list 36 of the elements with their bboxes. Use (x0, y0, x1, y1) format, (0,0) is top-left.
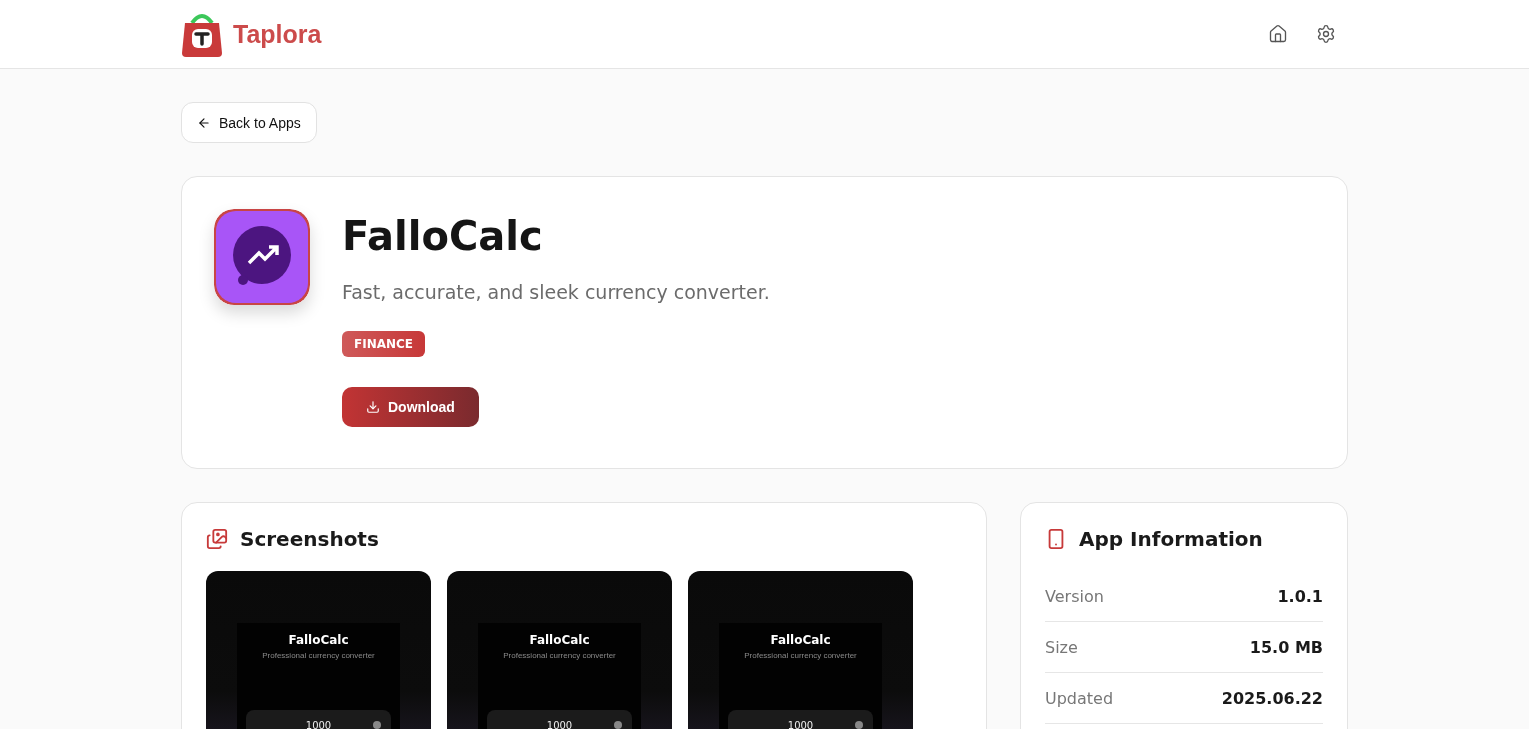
section-title: App Information (1079, 527, 1263, 551)
screenshot-subtitle: Professional currency converter (503, 651, 616, 660)
info-value: 1.0.1 (1277, 586, 1323, 606)
amount-value: 1000 (787, 720, 814, 729)
amount-value: 1000 (546, 720, 573, 729)
info-label: Size (1045, 637, 1078, 657)
app-name: FalloCalc (342, 213, 543, 259)
amount-value: 1000 (305, 720, 332, 729)
section-title: Screenshots (240, 527, 379, 551)
screenshot-subtitle: Professional currency converter (262, 651, 375, 660)
images-icon (206, 528, 228, 550)
app-icon (214, 209, 310, 305)
coin-icon (855, 721, 863, 729)
bag-logo-icon (181, 11, 223, 57)
download-icon (366, 400, 380, 414)
app-screenshot[interactable]: FalloCalc Professional currency converter 1000 (447, 571, 672, 729)
info-label: Updated (1045, 688, 1114, 708)
back-button[interactable]: Back to Apps (181, 102, 317, 143)
category-tag[interactable]: FINANCE (342, 331, 426, 357)
app-screenshot[interactable]: FalloCalc Professional currency converter 1000 (688, 571, 913, 729)
screenshot-app-title: FalloCalc (529, 633, 590, 647)
app-tagline: Fast, accurate, and sleek currency converter. (342, 281, 770, 303)
brand-name: Taplora (233, 19, 322, 49)
coin-icon (373, 721, 381, 729)
arrow-left-icon (197, 115, 211, 130)
settings-icon[interactable] (1316, 24, 1336, 44)
app-screenshot[interactable]: FalloCalc Professional currency converter 1000 (206, 571, 431, 729)
download-button[interactable]: Download (342, 387, 479, 427)
coin-icon (614, 721, 622, 729)
screenshot-app-title: FalloCalc (288, 633, 349, 647)
info-value: 2025.06.22 (1221, 688, 1323, 708)
info-value: 15.0 MB (1249, 637, 1323, 657)
screenshot-subtitle: Professional currency converter (744, 651, 857, 660)
home-icon[interactable] (1268, 24, 1288, 44)
info-label: Version (1045, 586, 1104, 606)
screenshot-app-title: FalloCalc (770, 633, 831, 647)
